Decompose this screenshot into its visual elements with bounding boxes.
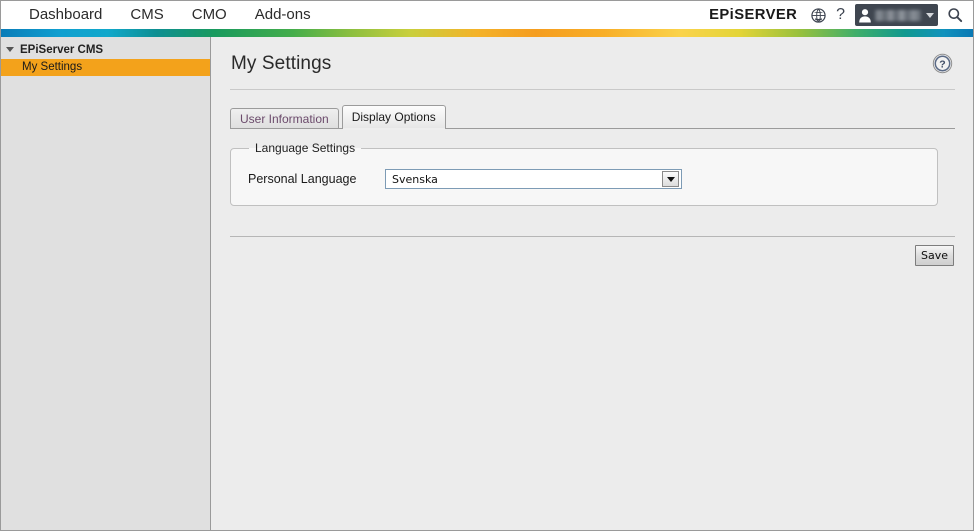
language-settings-group: Language Settings Personal Language Sven… [230, 141, 938, 206]
footer-divider [230, 236, 955, 237]
global-navigation: Dashboard CMS CMO Add-ons [1, 1, 325, 29]
personal-language-value: Svenska [392, 172, 438, 186]
tab-user-information[interactable]: User Information [230, 108, 339, 129]
tab-label: User Information [240, 112, 329, 126]
header-divider [230, 89, 955, 90]
tab-bar-baseline [230, 128, 955, 129]
personal-language-row: Personal Language Svenska [245, 169, 923, 189]
display-options-panel: Language Settings Personal Language Sven… [230, 141, 938, 206]
tab-bar: User Information Display Options [212, 104, 973, 130]
sidebar-item-label: My Settings [22, 61, 83, 73]
brand-gradient-stripe [1, 29, 973, 37]
personal-language-select[interactable]: Svenska [385, 169, 682, 189]
tab-label: Display Options [351, 110, 436, 124]
tree-root-label: EPiServer CMS [20, 43, 104, 56]
nav-cms[interactable]: CMS [116, 1, 177, 29]
search-icon[interactable] [943, 3, 967, 27]
user-menu-button[interactable] [855, 4, 938, 26]
personal-language-label: Personal Language [248, 172, 357, 186]
user-avatar-icon [859, 8, 871, 22]
chevron-down-icon[interactable] [662, 171, 679, 187]
chevron-down-icon [926, 12, 934, 18]
page-header: My Settings ? [212, 37, 973, 90]
caret-down-icon [6, 47, 14, 52]
help-question-icon[interactable]: ? [830, 7, 851, 23]
globe-icon[interactable] [806, 3, 830, 27]
language-settings-legend: Language Settings [255, 141, 356, 155]
page-title: My Settings [231, 53, 332, 74]
sidebar-navigation-tree: EPiServer CMS My Settings [1, 37, 211, 530]
top-bar: Dashboard CMS CMO Add-ons EPiSERVER ? [1, 1, 973, 29]
tab-display-options[interactable]: Display Options [341, 105, 446, 130]
save-button[interactable]: Save [914, 245, 954, 266]
tree-root-episerver-cms[interactable]: EPiServer CMS [1, 40, 210, 59]
application-window: Dashboard CMS CMO Add-ons EPiSERVER ? EP… [0, 0, 974, 531]
main-content-area: My Settings ? User Information Display O… [212, 37, 973, 530]
episerver-logo: EPiSERVER [708, 7, 797, 23]
svg-text:?: ? [939, 59, 945, 71]
nav-dashboard[interactable]: Dashboard [15, 1, 116, 29]
sidebar-item-my-settings[interactable]: My Settings [1, 59, 210, 76]
top-bar-right-cluster: EPiSERVER ? [708, 1, 973, 29]
help-circle-icon[interactable]: ? [932, 53, 953, 74]
nav-cmo[interactable]: CMO [178, 1, 241, 29]
user-name-redacted [875, 9, 921, 21]
nav-addons[interactable]: Add-ons [241, 1, 325, 29]
